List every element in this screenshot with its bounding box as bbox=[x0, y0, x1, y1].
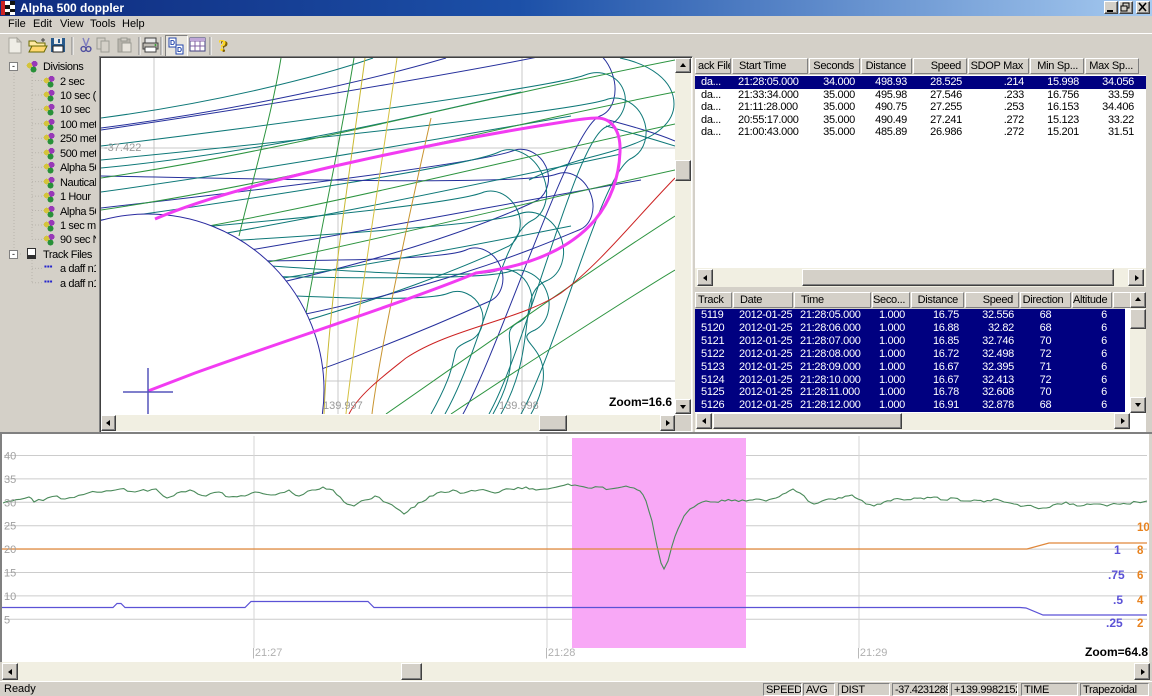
svg-text:25: 25 bbox=[4, 521, 16, 533]
svg-text:.75: .75 bbox=[1108, 568, 1125, 582]
svg-text:35: 35 bbox=[4, 474, 16, 486]
svg-text:20: 20 bbox=[4, 544, 16, 556]
svg-text:D: D bbox=[177, 47, 182, 54]
svg-text:D: D bbox=[170, 40, 175, 47]
svg-text:?: ? bbox=[218, 36, 227, 55]
svg-text:139.998: 139.998 bbox=[499, 400, 539, 412]
svg-text:Zoom=64.8: Zoom=64.8 bbox=[1085, 645, 1148, 659]
svg-text:5: 5 bbox=[4, 614, 10, 626]
svg-text:|21:27: |21:27 bbox=[252, 647, 282, 659]
svg-text:2: 2 bbox=[1137, 618, 1143, 630]
svg-text:8: 8 bbox=[1137, 545, 1144, 557]
svg-text:30: 30 bbox=[4, 497, 16, 509]
svg-text:Zoom=16.6: Zoom=16.6 bbox=[609, 395, 672, 409]
svg-text:|21:28: |21:28 bbox=[545, 647, 575, 659]
svg-text:.5: .5 bbox=[1113, 593, 1123, 607]
svg-text:|21:29: |21:29 bbox=[857, 647, 887, 659]
svg-text:15: 15 bbox=[4, 568, 16, 580]
svg-text:4: 4 bbox=[1137, 595, 1144, 607]
svg-text:40: 40 bbox=[4, 451, 16, 463]
svg-text:10: 10 bbox=[4, 591, 16, 603]
svg-text:-37.422: -37.422 bbox=[104, 142, 141, 154]
svg-text:1: 1 bbox=[1114, 543, 1121, 557]
svg-text:.25: .25 bbox=[1106, 616, 1123, 630]
svg-text:6: 6 bbox=[1137, 570, 1143, 582]
svg-text:139.997: 139.997 bbox=[323, 400, 363, 412]
svg-text:10: 10 bbox=[1137, 522, 1150, 534]
